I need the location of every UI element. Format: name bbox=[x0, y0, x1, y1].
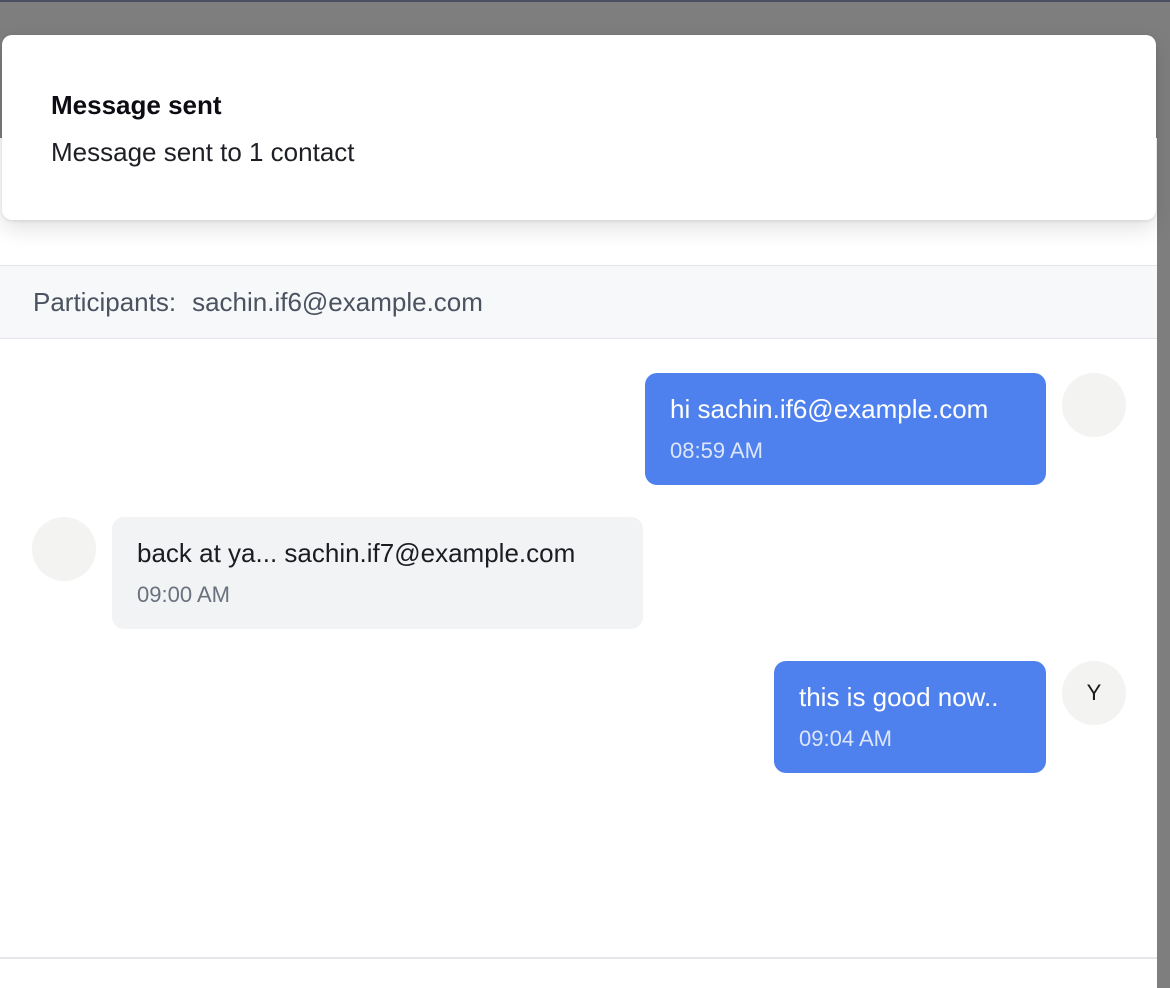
message-text: this is good now.. bbox=[799, 682, 999, 712]
participants-value: sachin.if6@example.com bbox=[192, 286, 483, 317]
participants-bar: Participants: sachin.if6@example.com bbox=[0, 265, 1157, 339]
participants-label: Participants: bbox=[33, 286, 177, 317]
message-bubble-incoming: back at ya... sachin.if7@example.com 09:… bbox=[112, 517, 643, 629]
message-bubble-outgoing: hi sachin.if6@example.com 08:59 AM bbox=[645, 373, 1046, 485]
message-timestamp: 08:59 AM bbox=[670, 438, 763, 463]
overlay-right-edge bbox=[1157, 138, 1170, 988]
composer-divider bbox=[0, 957, 1157, 959]
toast-notification[interactable]: Message sent Message sent to 1 contact bbox=[2, 35, 1156, 220]
message-text: back at ya... sachin.if7@example.com bbox=[137, 538, 576, 568]
avatar: Y bbox=[1062, 661, 1126, 725]
toast-description: Message sent to 1 contact bbox=[51, 137, 355, 167]
avatar bbox=[32, 517, 96, 581]
avatar bbox=[1062, 373, 1126, 437]
message-bubble-outgoing: this is good now.. 09:04 AM bbox=[774, 661, 1046, 773]
message-timestamp: 09:04 AM bbox=[799, 726, 892, 751]
message-timestamp: 09:00 AM bbox=[137, 582, 230, 607]
toast-title: Message sent bbox=[51, 90, 222, 120]
message-text: hi sachin.if6@example.com bbox=[670, 394, 989, 424]
